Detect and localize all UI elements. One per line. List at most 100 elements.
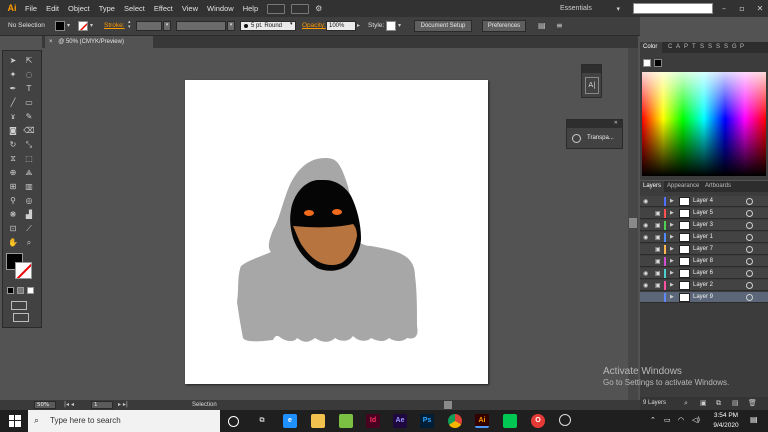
lasso-tool-icon[interactable]: ◌: [23, 69, 35, 81]
tab-artboards[interactable]: Artboards: [702, 181, 734, 192]
stroke-weight-field[interactable]: [136, 21, 162, 31]
lock-icon[interactable]: ▣: [655, 222, 661, 229]
expand-triangle-icon[interactable]: ▶: [670, 234, 674, 240]
layer-row[interactable]: ◉ ▣ ▶ Layer 2: [640, 280, 768, 291]
menu-object[interactable]: Object: [68, 4, 90, 13]
gpu-performance-icon[interactable]: ⚙: [315, 4, 333, 14]
drawing-mode-icon[interactable]: [11, 301, 27, 310]
layer-row[interactable]: ◉ ▣ ▶ Layer 1: [640, 232, 768, 243]
blend-tool-icon[interactable]: ◎: [23, 195, 35, 207]
vertical-scroll-thumb[interactable]: [629, 218, 637, 228]
stroke-weight-dropdown[interactable]: ▾: [163, 21, 171, 31]
transparency-icon[interactable]: [572, 134, 581, 143]
layer-row[interactable]: ▶ Layer 9: [640, 292, 768, 303]
notifications-icon[interactable]: ▤: [750, 415, 758, 424]
indesign-icon[interactable]: Id: [366, 414, 380, 428]
stroke-chevron-icon[interactable]: ▾: [90, 22, 93, 29]
layer-name[interactable]: Layer 9: [693, 292, 713, 303]
target-icon[interactable]: [746, 222, 753, 229]
network-icon[interactable]: ▭: [664, 416, 671, 424]
expand-triangle-icon[interactable]: ▶: [670, 294, 674, 300]
windows-start-icon[interactable]: [9, 415, 21, 427]
hand-tool-icon[interactable]: ✋: [7, 237, 19, 249]
lock-icon[interactable]: ▣: [655, 282, 661, 289]
selection-tool-icon[interactable]: ➤: [7, 55, 19, 67]
stroke-stepper-icon[interactable]: ▴ ▾: [128, 20, 131, 30]
delete-layer-icon[interactable]: 🗑: [748, 399, 757, 407]
preferences-button[interactable]: Preferences: [482, 20, 526, 32]
opacity-label[interactable]: Opacity:: [302, 22, 326, 29]
tab-layers[interactable]: Layers: [640, 181, 665, 192]
minimize-icon[interactable]: –: [716, 2, 732, 15]
perspective-grid-tool-icon[interactable]: ⟁: [23, 167, 35, 179]
eyedropper-tool-icon[interactable]: ⚲: [7, 195, 19, 207]
layer-name[interactable]: Layer 6: [693, 268, 713, 279]
lock-icon[interactable]: [655, 294, 661, 301]
vertical-scrollbar[interactable]: [628, 48, 638, 400]
visibility-icon[interactable]: ◉: [643, 270, 651, 277]
blob-brush-tool-icon[interactable]: ◙: [7, 125, 19, 137]
visibility-icon[interactable]: ◉: [643, 222, 651, 229]
target-icon[interactable]: [746, 282, 753, 289]
fill-chevron-icon[interactable]: ▾: [67, 22, 70, 29]
control-panel-menu-icon[interactable]: ≡: [556, 21, 566, 31]
expand-triangle-icon[interactable]: ▶: [670, 258, 674, 264]
visibility-icon[interactable]: [643, 294, 651, 301]
tab-appearance[interactable]: Appearance: [664, 181, 702, 192]
gradient-mode-icon[interactable]: [17, 287, 24, 294]
target-icon[interactable]: [746, 210, 753, 217]
artboard-number-field[interactable]: 1: [91, 401, 113, 409]
expand-triangle-icon[interactable]: ▶: [670, 246, 674, 252]
tray-expand-icon[interactable]: ⌃: [650, 416, 656, 424]
layer-row[interactable]: ▣ ▶ Layer 7: [640, 244, 768, 255]
pen-tool-icon[interactable]: ✒: [7, 83, 19, 95]
layer-row[interactable]: ◉ ▣ ▶ Layer 3: [640, 220, 768, 231]
zoom-field[interactable]: 50%: [34, 401, 56, 409]
free-transform-tool-icon[interactable]: ⬚: [23, 153, 35, 165]
new-layer-icon[interactable]: ▤: [732, 399, 739, 407]
opacity-chevron-icon[interactable]: ▸: [357, 22, 360, 29]
menu-file[interactable]: File: [25, 4, 37, 13]
illustrator-icon[interactable]: Ai: [475, 414, 489, 428]
artboard[interactable]: [185, 80, 488, 384]
type-tool-icon[interactable]: T: [23, 83, 35, 95]
stroke-box[interactable]: [15, 262, 32, 279]
line-tool-icon[interactable]: ╱: [7, 97, 19, 109]
layer-name[interactable]: Layer 2: [693, 280, 713, 291]
lock-icon[interactable]: ▣: [655, 210, 661, 217]
document-tab[interactable]: × @ 50% (CMYK/Preview): [45, 36, 153, 48]
close-window-icon[interactable]: ✕: [752, 2, 768, 15]
brush-definition-field[interactable]: 5 pt. Round: [240, 21, 296, 31]
eraser-tool-icon[interactable]: ⌫: [23, 125, 35, 137]
menu-edit[interactable]: Edit: [46, 4, 59, 13]
locate-object-icon[interactable]: ⌕: [684, 399, 688, 408]
expand-triangle-icon[interactable]: ▶: [670, 198, 674, 204]
character-glyph-icon[interactable]: A|: [585, 77, 599, 94]
layer-row[interactable]: ◉ ▣ ▶ Layer 6: [640, 268, 768, 279]
visibility-icon[interactable]: [643, 258, 651, 265]
menu-select[interactable]: Select: [124, 4, 145, 13]
chrome-icon[interactable]: [448, 414, 462, 428]
opacity-field[interactable]: 100%: [326, 21, 356, 31]
photoshop-icon[interactable]: Ps: [420, 414, 434, 428]
layer-name[interactable]: Layer 4: [693, 196, 713, 207]
visibility-icon[interactable]: [643, 246, 651, 253]
stroke-color-swatch[interactable]: [78, 21, 88, 31]
lock-icon[interactable]: ▣: [655, 258, 661, 265]
visibility-icon[interactable]: [643, 210, 651, 217]
menu-help[interactable]: Help: [243, 4, 258, 13]
edge-icon[interactable]: e: [283, 414, 297, 428]
variable-width-profile[interactable]: [176, 21, 226, 31]
screen-mode-icon[interactable]: [13, 313, 29, 322]
task-view-icon[interactable]: ⧉: [255, 414, 269, 428]
layer-row[interactable]: ▣ ▶ Layer 5: [640, 208, 768, 219]
graphic-style-swatch[interactable]: [386, 21, 396, 31]
layer-name[interactable]: Layer 3: [693, 220, 713, 231]
file-explorer-icon[interactable]: [311, 414, 325, 428]
target-icon[interactable]: [746, 198, 753, 205]
layer-name[interactable]: Layer 1: [693, 232, 713, 243]
transparency-panel-header[interactable]: ✕: [567, 120, 622, 128]
symbol-sprayer-tool-icon[interactable]: ❋: [7, 209, 19, 221]
tab-color[interactable]: Color: [640, 42, 662, 53]
target-icon[interactable]: [746, 294, 753, 301]
